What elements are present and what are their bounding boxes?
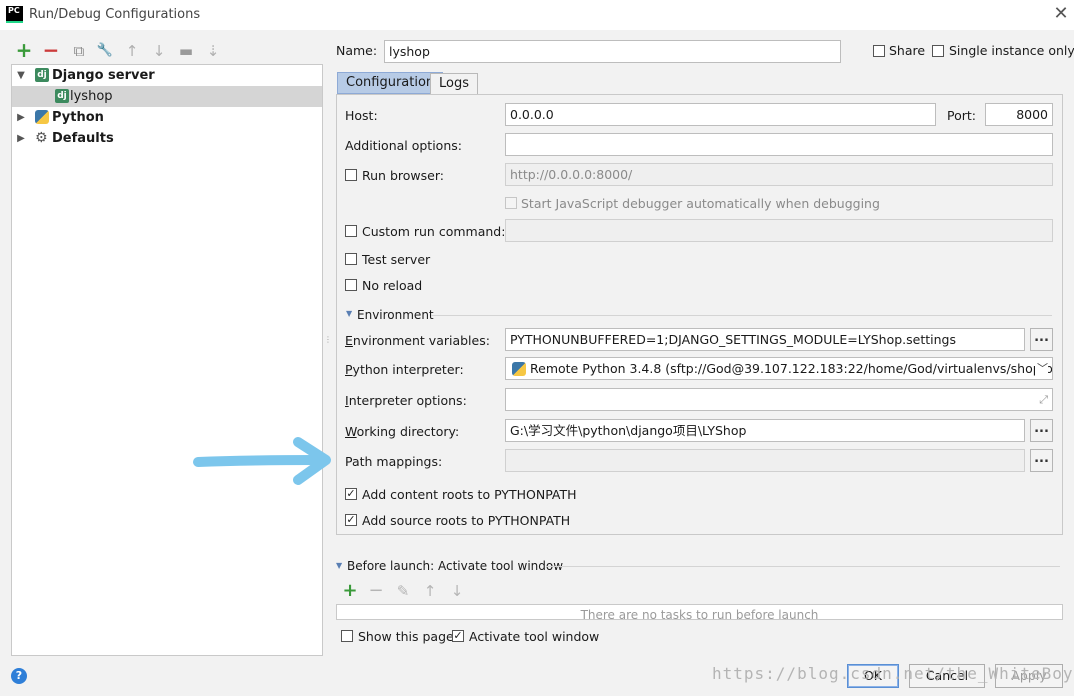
run-browser-checkbox[interactable] [345,169,357,181]
edit-task-icon[interactable]: ✎ [394,582,412,600]
before-launch-title[interactable]: Before launch: Activate tool window [347,559,563,573]
show-this-page-label: Show this page [358,629,454,644]
tree-item-django-server[interactable]: ▼ dj Django server [12,65,322,86]
empty-task-list-text: There are no tasks to run before launch [580,608,819,620]
test-server-checkbox[interactable] [345,253,357,265]
before-launch-task-list[interactable]: There are no tasks to run before launch [336,604,1063,620]
move-up-icon[interactable]: ↑ [123,42,141,60]
python-interpreter-label: Python interpreter: [345,362,464,377]
run-browser-url-input[interactable]: http://0.0.0.0:8000/ [505,163,1053,186]
chevron-right-icon[interactable]: ▶ [16,128,26,149]
name-label: Name: [336,43,378,58]
tree-item-python[interactable]: ▶ Python [12,107,322,128]
host-label: Host: [345,108,378,123]
python-icon [35,110,49,124]
env-vars-browse-button[interactable]: ... [1030,328,1053,351]
host-input[interactable]: 0.0.0.0 [505,103,936,126]
additional-options-label: Additional options: [345,138,462,153]
custom-run-command-checkbox[interactable] [345,225,357,237]
chevron-down-icon[interactable]: ﹀ [1035,358,1048,379]
path-mappings-label: Path mappings: [345,454,443,469]
add-task-button[interactable]: + [341,582,359,600]
close-icon[interactable]: ✕ [1050,3,1072,25]
expand-icon[interactable]: ⤢ [1039,389,1048,410]
window-title: Run/Debug Configurations [29,7,201,22]
python-icon [512,362,526,376]
js-debugger-checkbox[interactable] [505,197,517,209]
additional-options-input[interactable] [505,133,1053,156]
sort-icon[interactable]: ⇣ [204,42,222,60]
edit-defaults-wrench-icon[interactable]: 🔧 [96,42,114,60]
interpreter-options-label: Interpreter options: [345,393,467,408]
add-configuration-button[interactable]: + [15,40,33,60]
tree-item-label: Defaults [52,131,114,146]
move-down-icon[interactable]: ↓ [150,42,168,60]
chevron-down-icon[interactable]: ▼ [16,65,26,86]
python-interpreter-select[interactable]: Remote Python 3.4.8 (sftp://God@39.107.1… [505,357,1053,380]
configuration-tree[interactable]: ▼ dj Django server dj lyshop ▶ Python ▶ … [11,64,323,656]
add-source-roots-checkbox[interactable]: ✓ [345,514,357,526]
help-icon[interactable]: ? [11,668,27,684]
path-mappings-input[interactable] [505,449,1025,472]
folder-icon[interactable]: ▬ [177,42,195,60]
path-mappings-browse-button[interactable]: ... [1030,449,1053,472]
add-source-roots-label: Add source roots to PYTHONPATH [362,513,571,528]
share-label: Share [889,43,926,58]
working-directory-label: Working directory: [345,424,460,439]
env-vars-label: Environment variables: [345,333,490,348]
js-debugger-label: Start JavaScript debugger automatically … [521,196,880,211]
tree-item-label: Python [52,110,104,125]
activate-tool-window-label: Activate tool window [469,629,600,644]
tree-item-lyshop[interactable]: dj lyshop [12,86,322,107]
section-divider [431,315,1052,316]
django-icon: dj [35,68,49,82]
run-browser-label: Run browser: [362,168,444,183]
no-reload-label: No reload [362,278,423,293]
add-content-roots-label: Add content roots to PYTHONPATH [362,487,577,502]
single-instance-label: Single instance only [949,43,1074,58]
tab-configuration[interactable]: Configuration [337,72,444,94]
django-icon: dj [55,89,69,103]
env-vars-input[interactable]: PYTHONUNBUFFERED=1;DJANGO_SETTINGS_MODUL… [505,328,1025,351]
splitter-handle[interactable]: ⋮ [324,336,332,352]
chevron-down-icon[interactable]: ▼ [336,561,342,570]
activate-tool-window-checkbox[interactable]: ✓ [452,630,464,642]
working-directory-input[interactable]: G:\学习文件\python\django项目\LYShop [505,419,1025,442]
port-label: Port: [947,108,976,123]
chevron-right-icon[interactable]: ▶ [16,107,26,128]
tree-item-label: lyshop [70,89,113,104]
chevron-down-icon[interactable]: ▼ [346,309,352,318]
tab-logs[interactable]: Logs [430,73,478,95]
remove-configuration-button[interactable]: − [42,40,60,60]
port-input[interactable]: 8000 [985,103,1053,126]
working-directory-browse-button[interactable]: ... [1030,419,1053,442]
environment-section-title: Environment [357,308,434,322]
tree-item-label: Django server [52,68,155,83]
interpreter-options-input[interactable]: ⤢ [505,388,1053,411]
pycharm-app-icon: PC [6,6,23,23]
add-content-roots-checkbox[interactable]: ✓ [345,488,357,500]
custom-run-command-label: Custom run command: [362,224,506,239]
move-task-up-icon[interactable]: ↑ [421,582,439,600]
annotation-arrow [193,437,331,485]
test-server-label: Test server [362,252,431,267]
watermark-text: https://blog.csdn.net/the_WhiteBoy [712,664,1074,683]
gear-icon: ⚙ [35,130,48,146]
no-reload-checkbox[interactable] [345,279,357,291]
single-instance-checkbox[interactable] [932,45,944,57]
remove-task-button[interactable]: − [367,582,385,600]
show-this-page-checkbox[interactable] [341,630,353,642]
copy-configuration-icon[interactable]: ⧉ [70,42,88,60]
python-interpreter-value: Remote Python 3.4.8 (sftp://God@39.107.1… [530,361,1053,376]
section-divider [546,566,1060,567]
custom-run-command-input[interactable] [505,219,1053,242]
share-checkbox[interactable] [873,45,885,57]
tree-item-defaults[interactable]: ▶ ⚙ Defaults [12,128,322,149]
name-input[interactable]: lyshop [384,40,841,63]
move-task-down-icon[interactable]: ↓ [448,582,466,600]
